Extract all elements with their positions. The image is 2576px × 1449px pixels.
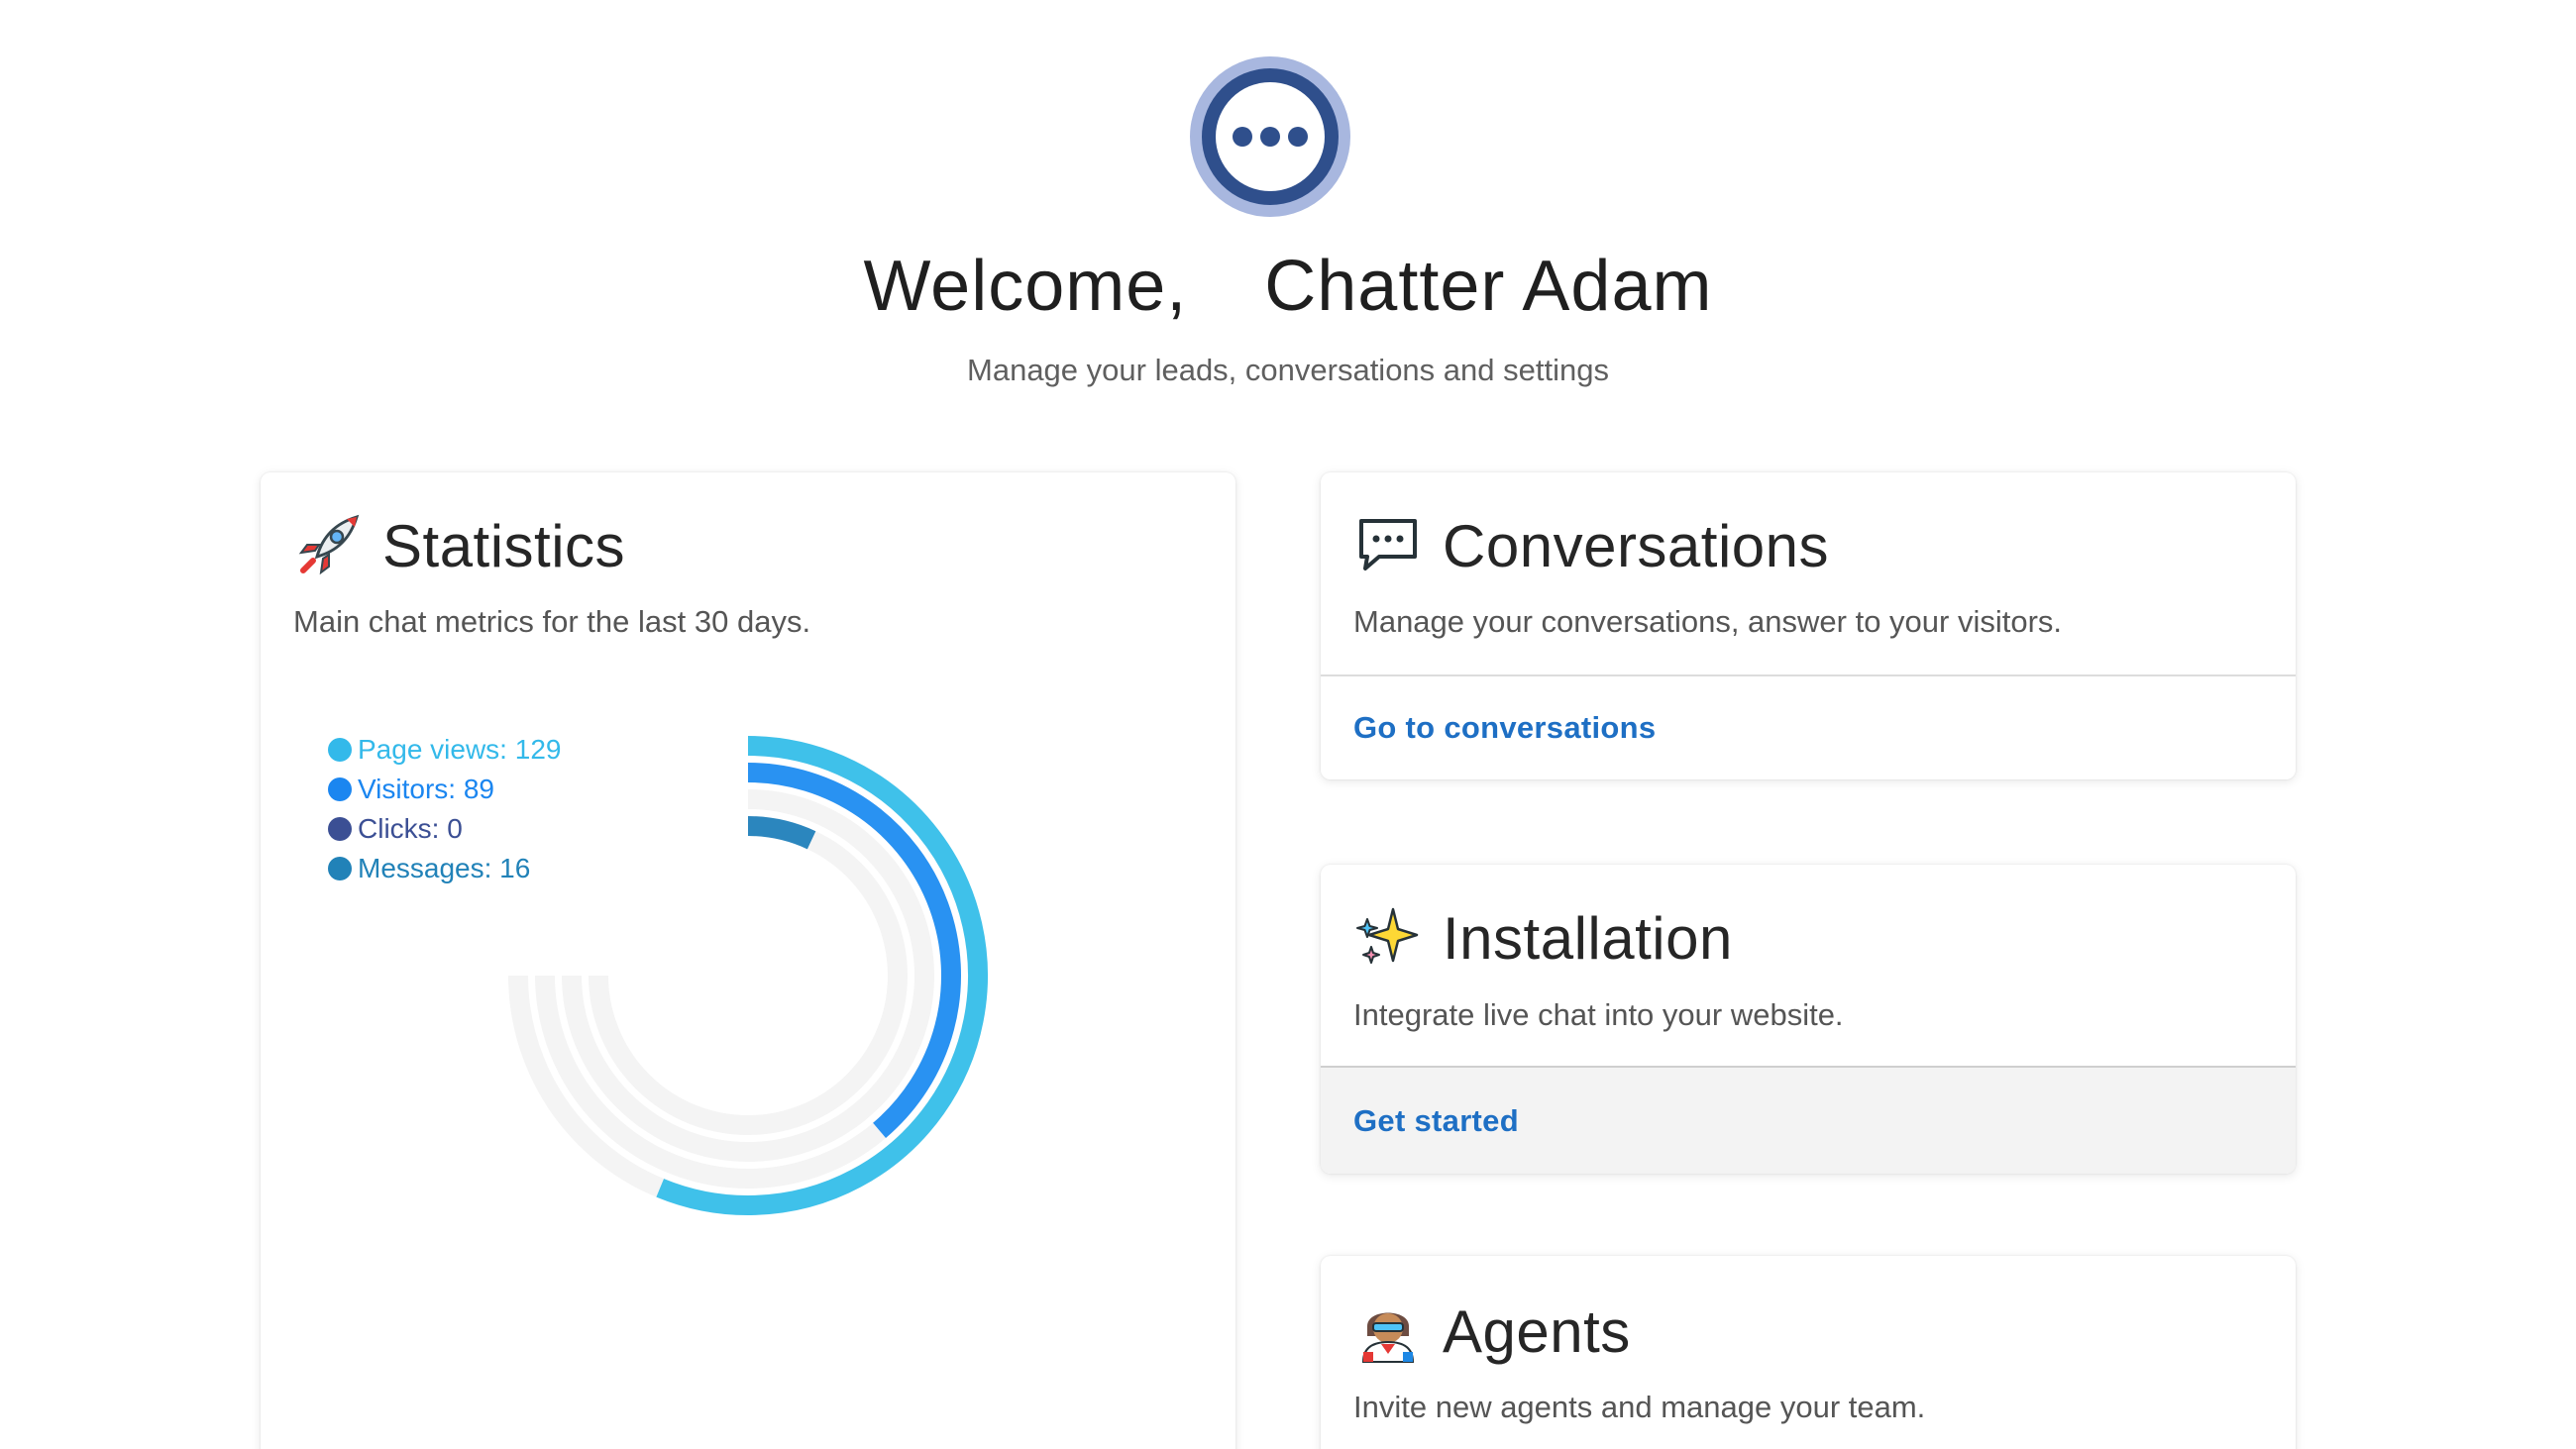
welcome-heading: Welcome, Chatter Adam	[0, 246, 2576, 327]
chat-bubble-icon	[1353, 511, 1423, 580]
legend-item-messages[interactable]: Messages: 16	[328, 849, 561, 888]
agents-description: Invite new agents and manage your team.	[1353, 1390, 1926, 1424]
legend-label-page-views: Page views: 129	[358, 734, 562, 765]
agents-title: Agents	[1443, 1297, 1631, 1365]
track-messages	[589, 816, 908, 1135]
agent-avatar-icon	[1353, 1296, 1423, 1366]
legend-item-page-views[interactable]: Page views: 129	[328, 730, 561, 770]
conversations-action-bar: Go to conversations	[1321, 676, 2296, 779]
legend-label-messages: Messages: 16	[358, 853, 531, 883]
agents-header: Agents	[1353, 1296, 1631, 1366]
installation-card: Installation Integrate live chat into yo…	[1321, 865, 2296, 1174]
welcome-greeting: Welcome,	[863, 247, 1188, 326]
sparkles-icon	[1353, 903, 1423, 973]
dashboard-page: Welcome, Chatter Adam Manage your leads, …	[0, 0, 2576, 1449]
statistics-radial-chart	[508, 736, 988, 1215]
page-subtitle: Manage your leads, conversations and set…	[967, 353, 1609, 387]
user-name: Chatter Adam	[1264, 247, 1713, 326]
legend-item-clicks[interactable]: Clicks: 0	[328, 809, 561, 849]
chat-logo-icon	[1190, 56, 1350, 217]
legend-label-clicks: Clicks: 0	[358, 813, 463, 844]
installation-action-bar: Get started	[1321, 1068, 2296, 1174]
conversations-description: Manage your conversations, answer to you…	[1353, 604, 2063, 639]
track-clicks	[562, 789, 934, 1162]
legend-dot-visitors	[328, 777, 352, 801]
conversations-title: Conversations	[1443, 512, 1830, 579]
go-to-conversations-link[interactable]: Go to conversations	[1353, 710, 1656, 746]
statistics-card: Statistics Main chat metrics for the las…	[261, 472, 1235, 1449]
installation-title: Installation	[1443, 904, 1733, 972]
agents-card: Agents Invite new agents and manage your…	[1321, 1256, 2296, 1449]
legend-dot-clicks	[328, 817, 352, 841]
get-started-link[interactable]: Get started	[1353, 1103, 1519, 1139]
conversations-header: Conversations	[1353, 511, 1829, 580]
conversations-card: Conversations Manage your conversations,…	[1321, 472, 2296, 779]
legend-label-visitors: Visitors: 89	[358, 774, 494, 804]
legend-dot-page-views	[328, 738, 352, 762]
bar-messages[interactable]	[747, 816, 816, 850]
chart-legend: Page views: 129 Visitors: 89 Clicks: 0 M…	[328, 730, 561, 888]
installation-description: Integrate live chat into your website.	[1353, 997, 1844, 1032]
legend-dot-messages	[328, 857, 352, 880]
legend-item-visitors[interactable]: Visitors: 89	[328, 770, 561, 809]
installation-header: Installation	[1353, 903, 1733, 973]
